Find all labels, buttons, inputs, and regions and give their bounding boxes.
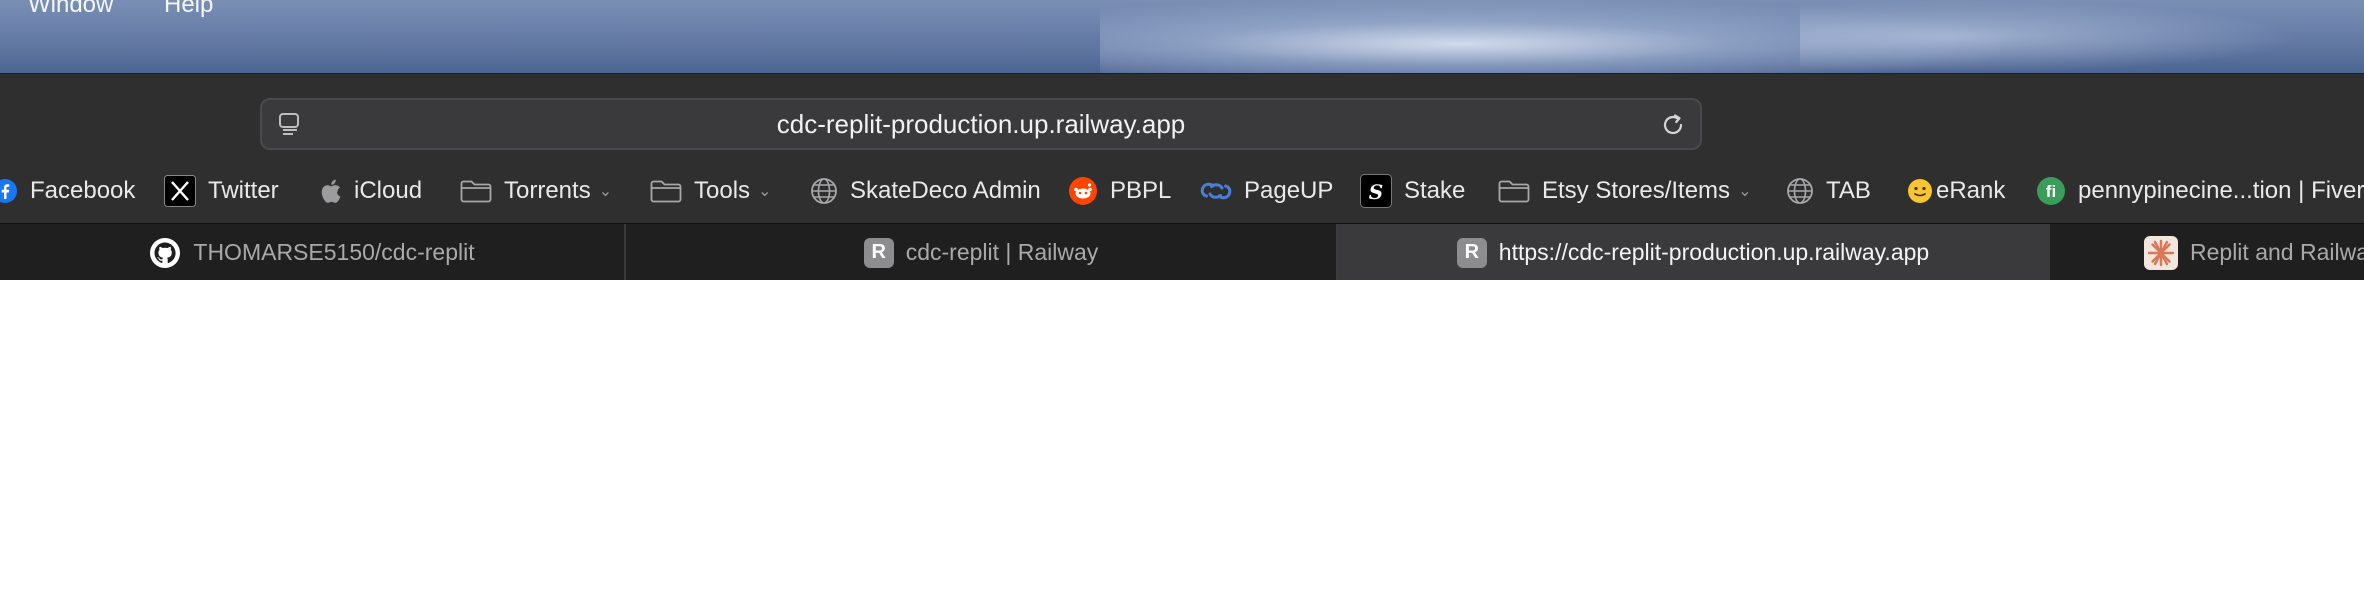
reddit-icon [1069,177,1097,205]
folder-icon [1498,180,1530,203]
bookmark-label: Torrents [504,177,591,204]
bookmark-folder-tools[interactable]: Tools ⌄ [650,169,771,213]
reload-icon[interactable] [1660,112,1686,138]
claude-icon [2144,235,2178,270]
wallpaper-glare-secondary [1800,0,2300,73]
bookmark-label: eRank [1936,177,2006,204]
bookmark-label: Facebook [30,177,136,204]
svg-text:fi: fi [2046,182,2056,201]
smiley-icon [1908,179,1932,203]
tab-railway[interactable]: R cdc-replit | Railway [626,224,1336,281]
tab-bar: THOMARSE5150/cdc-replit R cdc-replit | R… [0,223,2364,281]
bookmark-pageup[interactable]: PageUP [1200,169,1333,213]
fiverr-icon: fi [2037,177,2065,205]
page-content [0,280,2364,590]
menu-bar: Window Help [0,0,2364,73]
menu-help[interactable]: Help [164,0,213,20]
x-icon [164,175,196,207]
bookmark-label: Stake [1404,177,1466,204]
folder-icon [460,180,492,203]
browser-toolbar: cdc-replit-production.up.railway.app Fac… [0,73,2364,224]
railway-icon: R [863,237,894,268]
facebook-icon [0,179,17,203]
railway-icon: R [1456,237,1487,268]
address-bar[interactable]: cdc-replit-production.up.railway.app [260,98,1702,150]
tab-active-production[interactable]: R https://cdc-replit-production.up.railw… [1338,224,2048,281]
bookmark-fiverr[interactable]: fi pennypinecine...tion | Fiverr [2036,169,2364,213]
bookmark-label: PBPL [1110,177,1172,204]
tab-github[interactable]: THOMARSE5150/cdc-replit [0,224,624,281]
bookmark-label: Etsy Stores/Items [1542,177,1731,204]
folder-icon [650,180,682,203]
link-icon [1200,182,1232,200]
bookmark-twitter[interactable]: Twitter [164,169,279,213]
globe-icon [1787,178,1813,204]
bookmark-folder-torrents[interactable]: Torrents ⌄ [460,169,612,213]
globe-icon [811,178,837,204]
stake-icon: S [1360,174,1392,208]
bookmark-label: Twitter [208,177,279,204]
bookmark-label: SkateDeco Admin [850,177,1041,204]
bookmark-label: pennypinecine...tion | Fiverr [2078,177,2364,204]
bookmark-tab[interactable]: TAB [1786,169,1871,213]
bookmark-label: Tools [694,177,751,204]
tab-claude[interactable]: Replit and Railwa [2050,224,2364,281]
bookmark-stake[interactable]: S Stake [1360,169,1465,213]
bookmark-erank[interactable]: eRank [1906,169,2005,213]
bookmark-label: iCloud [354,177,423,204]
tab-title: cdc-replit | Railway [905,239,1099,265]
chevron-down-icon: ⌄ [758,183,772,200]
tab-title: https://cdc-replit-production.up.railway… [1498,239,1930,265]
bookmark-icloud[interactable]: iCloud [318,169,422,213]
bookmark-pbpl[interactable]: PBPL [1068,169,1171,213]
tab-title: Replit and Railwa [2190,239,2364,265]
menu-window[interactable]: Window [28,0,113,20]
chevron-down-icon: ⌄ [1738,183,1752,200]
tab-title: THOMARSE5150/cdc-replit [193,239,475,265]
chevron-down-icon: ⌄ [598,183,613,200]
bookmark-folder-etsy[interactable]: Etsy Stores/Items ⌄ [1498,169,1751,213]
favorites-bar: Facebook Twitter iCloud Torrents ⌄ Tools… [0,169,2364,213]
address-url[interactable]: cdc-replit-production.up.railway.app [262,100,1700,148]
bookmark-label: TAB [1826,177,1871,204]
apple-icon [321,179,341,203]
bookmark-label: PageUP [1244,177,1334,204]
github-icon [150,237,181,268]
bookmark-skatedeco-admin[interactable]: SkateDeco Admin [810,169,1041,213]
bookmark-facebook[interactable]: Facebook [0,169,135,213]
svg-text:S: S [1369,180,1383,204]
